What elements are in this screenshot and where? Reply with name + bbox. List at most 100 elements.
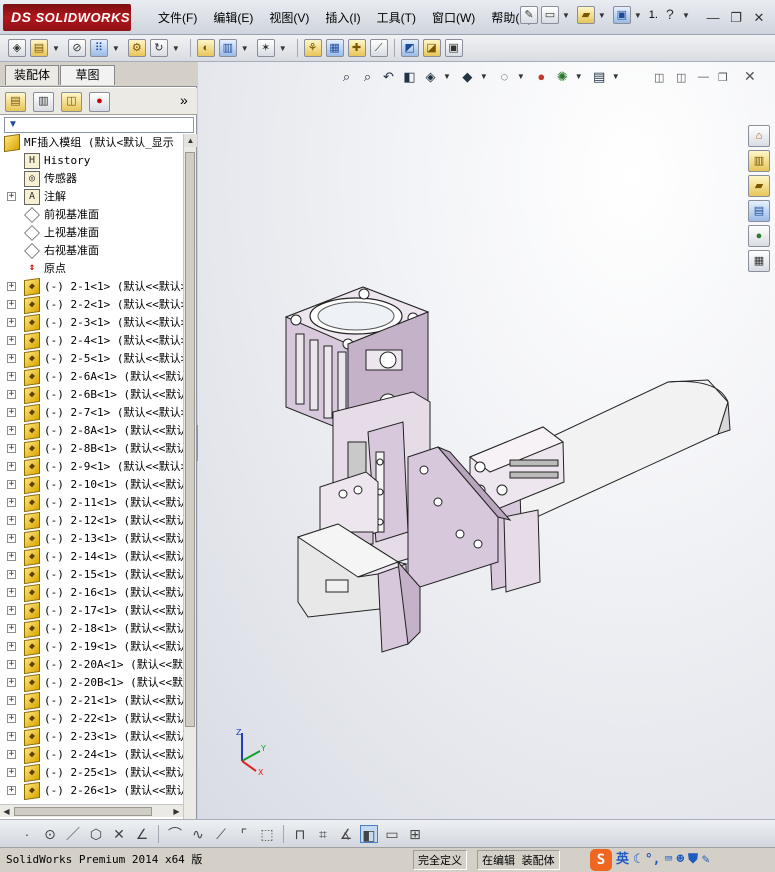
expand-toggle-icon[interactable]: + xyxy=(7,660,16,669)
tree-item[interactable]: H History xyxy=(0,152,183,170)
tree-item[interactable]: + ◆ (-) 2-4<1> (默认<<默认> xyxy=(0,331,183,351)
tree-item[interactable]: + ◆ (-) 2-11<1> (默认<<默认 xyxy=(0,493,183,513)
menu-view[interactable]: 视图(V) xyxy=(261,9,317,27)
expand-toggle-icon[interactable]: + xyxy=(7,786,16,795)
open-dropdown-icon[interactable]: ▼ xyxy=(598,11,606,20)
keyboard-icon[interactable]: ⌨ xyxy=(665,848,673,872)
tree-item[interactable]: + ◆ (-) 2-16<1> (默认<<默认 xyxy=(0,583,183,603)
sogou-ime-logo[interactable]: S xyxy=(590,849,612,871)
linear-pattern-icon[interactable]: ⠿ xyxy=(89,39,108,57)
new-dropdown-icon[interactable]: ▼ xyxy=(562,11,570,20)
show-hidden-components-icon[interactable]: ◐ xyxy=(196,39,215,57)
assembly-model-3d[interactable] xyxy=(198,62,775,819)
expand-toggle-icon[interactable]: + xyxy=(7,390,16,399)
tools-wrench-icon[interactable]: ✎ xyxy=(702,848,710,872)
tree-item[interactable]: ↕ 原点 xyxy=(0,260,183,278)
restore-button[interactable]: ❐ xyxy=(727,10,745,26)
scroll-left-icon[interactable]: ◀ xyxy=(0,805,13,818)
expand-toggle-icon[interactable]: + xyxy=(7,696,16,705)
expand-toggle-icon[interactable]: + xyxy=(7,714,16,723)
expand-toggle-icon[interactable]: + xyxy=(7,444,16,453)
feature-manager-tree-icon[interactable]: ▤ xyxy=(5,92,26,112)
expand-toggle-icon[interactable]: + xyxy=(7,606,16,615)
expand-toggle-icon[interactable]: + xyxy=(7,588,16,597)
point-icon[interactable]: · xyxy=(18,825,36,843)
interference-detection-icon[interactable]: ◩ xyxy=(400,39,419,57)
expand-toggle-icon[interactable]: + xyxy=(7,552,16,561)
tab-assembly[interactable]: 装配体 xyxy=(5,65,59,85)
expand-toggle-icon[interactable]: + xyxy=(7,426,16,435)
tree-item[interactable]: 前视基准面 xyxy=(0,206,183,224)
tree-item[interactable]: + ◆ (-) 2-18<1> (默认<<默认 xyxy=(0,619,183,639)
insert-component-icon[interactable]: ▤ xyxy=(30,39,48,57)
tree-item[interactable]: + ◆ (-) 2-19<1> (默认<<默认 xyxy=(0,637,183,657)
tree-item[interactable]: + ◆ (-) 2-22<1> (默认<<默认 xyxy=(0,709,183,729)
arc-icon[interactable]: ⌒ xyxy=(166,825,184,843)
tree-item[interactable]: + ◆ (-) 2-20B<1> (默认<<默认 xyxy=(0,673,183,693)
expand-toggle-icon[interactable]: + xyxy=(7,732,16,741)
tree-item[interactable]: + A 注解 xyxy=(0,188,183,206)
expand-toggle-icon[interactable]: + xyxy=(7,300,16,309)
expand-toggle-icon[interactable]: + xyxy=(7,318,16,327)
expand-toggle-icon[interactable]: + xyxy=(7,354,16,363)
ime-language-toggle[interactable]: 英 xyxy=(616,848,629,872)
configuration-manager-icon[interactable]: ◫ xyxy=(61,92,82,112)
expand-toggle-icon[interactable]: + xyxy=(7,498,16,507)
save-icon[interactable]: ▣ xyxy=(612,6,631,24)
angle-icon[interactable]: ∠ xyxy=(133,825,151,843)
graphics-area[interactable]: ⌕ ⌕ ↶ ◧ ◈ ▼ ◆ ▼ ◌ ▼ ● ✺ ▼ ▤ ▼ ◫ ◫ — ❐ ✕ ⌂ ▥ ▰… xyxy=(198,62,775,819)
pattern-dropdown-icon[interactable]: ▼ xyxy=(112,44,120,53)
move-component-icon[interactable]: ↻ xyxy=(149,39,168,57)
expand-toggle-icon[interactable]: + xyxy=(7,192,16,201)
spline-icon[interactable]: ∿ xyxy=(189,825,207,843)
expand-panel-icon[interactable]: » xyxy=(180,92,188,108)
tree-vertical-scrollbar[interactable]: ▲ ▼ xyxy=(183,134,197,867)
instant3d-icon[interactable]: ▣ xyxy=(444,39,463,57)
tree-item[interactable]: + ◆ (-) 2-26<1> (默认<<默认 xyxy=(0,781,183,801)
shaded-view-icon[interactable]: ◧ xyxy=(360,824,378,843)
property-manager-icon[interactable]: ▥ xyxy=(33,92,54,112)
tree-item[interactable]: + ◆ (-) 2-7<1> (默认<<默认> xyxy=(0,403,183,423)
user-icon[interactable]: ☻ xyxy=(676,848,684,872)
tree-item[interactable]: + ◆ (-) 2-12<1> (默认<<默认 xyxy=(0,511,183,531)
angle-dimension-icon[interactable]: ∡ xyxy=(337,825,355,843)
edit-component-icon[interactable]: ◈ xyxy=(8,39,26,57)
reference-dropdown-icon[interactable]: ▼ xyxy=(279,44,287,53)
tree-item[interactable]: + ◆ (-) 2-8B<1> (默认<<默认 xyxy=(0,439,183,459)
new-document-icon[interactable]: ▭ xyxy=(541,6,559,24)
tree-item[interactable]: + ◆ (-) 2-1<1> (默认<<默认> xyxy=(0,277,183,297)
mate-icon[interactable]: ⊘ xyxy=(67,39,86,57)
tree-item[interactable]: + ◆ (-) 2-13<1> (默认<<默认 xyxy=(0,529,183,549)
scroll-right-icon[interactable]: ▶ xyxy=(170,805,183,818)
skin-shirt-icon[interactable]: ⛊ xyxy=(688,848,698,872)
tree-root-assembly[interactable]: MF插入模组 (默认<默认_显示 xyxy=(0,134,183,153)
expand-toggle-icon[interactable]: + xyxy=(7,750,16,759)
tree-item[interactable]: + ◆ (-) 2-14<1> (默认<<默认 xyxy=(0,547,183,567)
tree-item[interactable]: + ◆ (-) 2-17<1> (默认<<默认 xyxy=(0,601,183,621)
four-view-icon[interactable]: ⊞ xyxy=(406,825,424,843)
tree-item[interactable]: 右视基准面 xyxy=(0,242,183,260)
tree-item[interactable]: ◎ 传感器 xyxy=(0,170,183,188)
expand-toggle-icon[interactable]: + xyxy=(7,336,16,345)
bill-of-materials-icon[interactable]: ▦ xyxy=(325,39,344,57)
pin-icon[interactable]: ✎ xyxy=(520,6,538,24)
tree-item[interactable]: + ◆ (-) 2-6A<1> (默认<<默认 xyxy=(0,367,183,387)
new-motion-study-icon[interactable]: ⚘ xyxy=(303,39,322,57)
expand-toggle-icon[interactable]: + xyxy=(7,570,16,579)
reference-geometry-icon[interactable]: ✶ xyxy=(256,39,275,57)
clearance-verification-icon[interactable]: ◪ xyxy=(422,39,441,57)
help-question-icon[interactable]: ? xyxy=(661,6,679,24)
menu-tools[interactable]: 工具(T) xyxy=(369,9,424,27)
menu-edit[interactable]: 编辑(E) xyxy=(205,9,261,27)
punctuation-icon[interactable]: °, xyxy=(645,848,661,872)
expand-toggle-icon[interactable]: + xyxy=(7,480,16,489)
explode-line-sketch-icon[interactable]: ⟋ xyxy=(369,39,388,57)
close-button[interactable]: ✕ xyxy=(750,10,768,26)
expand-toggle-icon[interactable]: + xyxy=(7,408,16,417)
expand-toggle-icon[interactable]: + xyxy=(7,678,16,687)
tree-item[interactable]: + ◆ (-) 2-21<1> (默认<<默认 xyxy=(0,691,183,711)
solidworks-logo[interactable]: DS SOLIDWORKS xyxy=(3,4,131,31)
trim-icon[interactable]: ✕ xyxy=(110,825,128,843)
tree-item[interactable]: + ◆ (-) 2-20A<1> (默认<<默认 xyxy=(0,655,183,675)
display-manager-icon[interactable]: ● xyxy=(89,92,110,112)
